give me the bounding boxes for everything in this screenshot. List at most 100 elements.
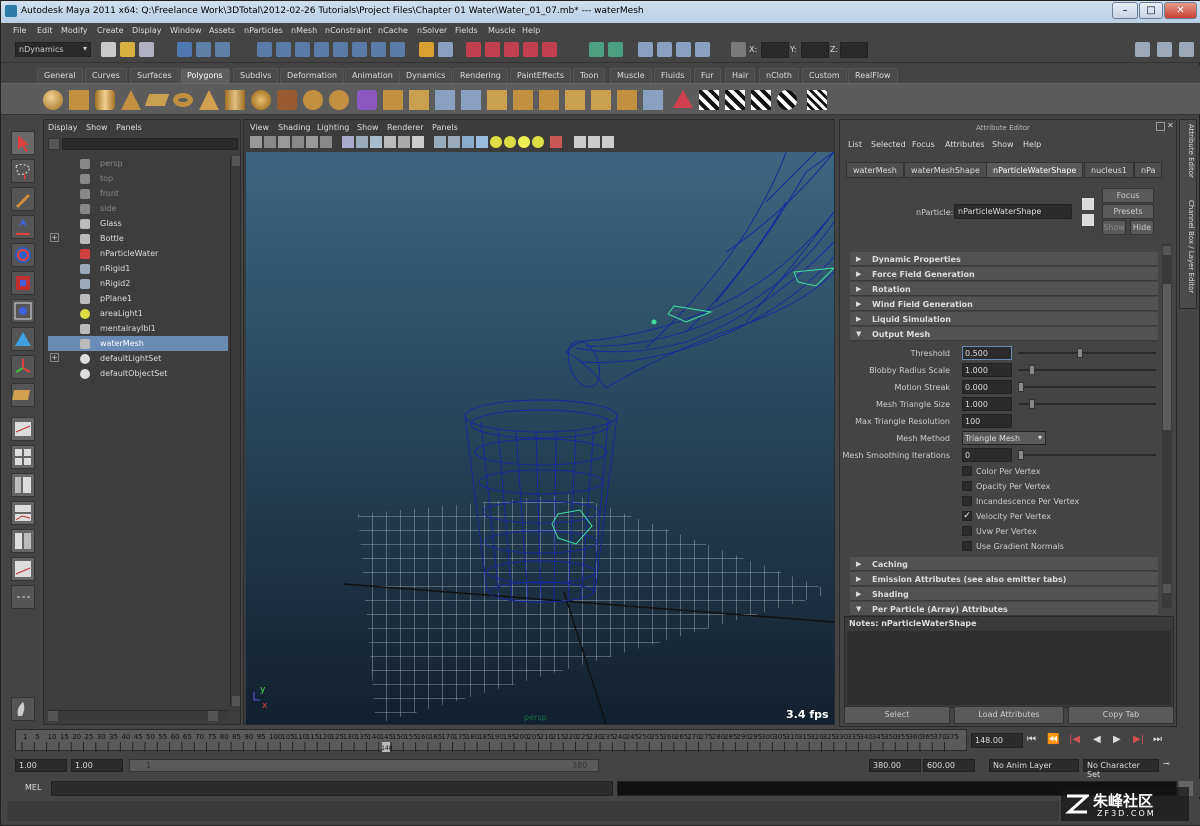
toggle-channel-box-icon[interactable] bbox=[1179, 42, 1194, 57]
scroll-down-arrow-icon[interactable] bbox=[232, 696, 240, 706]
shelf-tab-ncloth[interactable]: nCloth bbox=[759, 68, 799, 83]
side-tab-attribute-editor[interactable]: Attribute Editor bbox=[1183, 124, 1195, 186]
mask-curve-icon[interactable] bbox=[295, 42, 310, 57]
attr-value-field[interactable]: 0 bbox=[962, 448, 1012, 462]
outliner-item-nparticlewater[interactable]: nParticleWater bbox=[48, 246, 228, 261]
flat-light-icon[interactable] bbox=[532, 136, 544, 148]
node-name-field[interactable]: nParticleWaterShape bbox=[954, 204, 1072, 219]
ae-vscrollbar[interactable] bbox=[1162, 244, 1172, 608]
viewport-3d-view[interactable]: 3.4 fps persp y x bbox=[246, 151, 836, 725]
ae-tab-nparticlewatershape[interactable]: nParticleWaterShape bbox=[986, 162, 1084, 178]
snap-curve-icon[interactable] bbox=[466, 42, 481, 57]
outliner-item-glass[interactable]: Glass bbox=[48, 216, 228, 231]
load-attributes-button[interactable]: Load Attributes bbox=[954, 706, 1064, 724]
poly-pyramid-icon[interactable] bbox=[199, 90, 219, 110]
checkbox-box[interactable] bbox=[962, 481, 972, 491]
ae-menu-attributes[interactable]: Attributes bbox=[945, 140, 985, 149]
select-button[interactable]: Select bbox=[844, 706, 950, 724]
ae-tab-npa[interactable]: nPa bbox=[1134, 162, 1163, 178]
section-dynamic-properties[interactable]: ▶ Dynamic Properties bbox=[850, 252, 1158, 266]
current-frame-field[interactable]: 148.00 bbox=[971, 733, 1023, 748]
wireframe-on-shaded-icon[interactable] bbox=[370, 136, 382, 148]
select-hierarchy-icon[interactable] bbox=[177, 42, 192, 57]
isolate-select-icon[interactable] bbox=[434, 136, 446, 148]
toggle-attribute-editor-icon[interactable] bbox=[1135, 42, 1150, 57]
outliner-hscrollbar[interactable] bbox=[48, 710, 228, 721]
section-liquid-simulation[interactable]: ▶ Liquid Simulation bbox=[850, 312, 1158, 326]
snap-point-icon[interactable] bbox=[485, 42, 500, 57]
reduce-icon[interactable] bbox=[673, 90, 693, 108]
default-light-icon[interactable] bbox=[490, 136, 502, 148]
xray-icon[interactable] bbox=[384, 136, 396, 148]
checkbox-box[interactable] bbox=[962, 526, 972, 536]
menu-nmesh[interactable]: nMesh bbox=[291, 26, 317, 35]
outliner-vscrollbar[interactable] bbox=[230, 156, 240, 706]
scroll-up-arrow-icon[interactable] bbox=[232, 156, 240, 166]
scale-tool-icon[interactable] bbox=[11, 271, 35, 295]
ae-tab-watermeshshape[interactable]: waterMeshShape bbox=[904, 162, 987, 178]
expand-icon[interactable]: + bbox=[50, 353, 59, 362]
viewport-menu-panels[interactable]: Panels bbox=[432, 123, 458, 132]
maya-logo-icon[interactable] bbox=[11, 697, 35, 721]
wireframe-icon[interactable] bbox=[342, 136, 354, 148]
presets-button[interactable]: Presets bbox=[1102, 204, 1154, 219]
shelf-tab-animation[interactable]: Animation bbox=[345, 68, 400, 83]
end-time-field[interactable]: 600.00 bbox=[923, 759, 975, 772]
cube-light-icon[interactable] bbox=[476, 136, 488, 148]
checkbox-box[interactable] bbox=[962, 541, 972, 551]
scroll-left-arrow-icon[interactable] bbox=[48, 711, 58, 721]
scroll-right-arrow-icon[interactable] bbox=[208, 711, 218, 721]
soft-mod-tool-icon[interactable] bbox=[11, 327, 35, 351]
select-camera-icon[interactable] bbox=[250, 136, 262, 148]
show-manip-icon[interactable] bbox=[11, 355, 35, 379]
viewport-menu-shading[interactable]: Shading bbox=[278, 123, 311, 132]
layout-hypershade-icon[interactable] bbox=[11, 529, 35, 553]
section-output-mesh[interactable]: ▼ Output Mesh bbox=[850, 327, 1158, 341]
maximize-button[interactable]: □ bbox=[1139, 2, 1163, 19]
combine-icon[interactable] bbox=[303, 90, 323, 110]
append-icon[interactable] bbox=[435, 90, 455, 110]
focus-button[interactable]: Focus bbox=[1102, 188, 1154, 203]
uv-cylindrical-icon[interactable] bbox=[725, 90, 745, 110]
bookmark-icon[interactable] bbox=[278, 136, 290, 148]
ae-menu-list[interactable]: List bbox=[848, 140, 862, 149]
viewport-menu-show[interactable]: Show bbox=[357, 123, 379, 132]
split-polygon-icon[interactable] bbox=[461, 90, 481, 110]
ae-menu-selected[interactable]: Selected bbox=[871, 140, 906, 149]
attr-slider[interactable] bbox=[1018, 399, 1156, 409]
shelf-tab-custom[interactable]: Custom bbox=[802, 68, 847, 83]
uv-spherical-icon[interactable] bbox=[751, 90, 771, 110]
menu-help[interactable]: Help bbox=[522, 26, 540, 35]
copy-tab-button[interactable]: Copy Tab bbox=[1068, 706, 1174, 724]
universal-manip-icon[interactable] bbox=[11, 299, 35, 323]
offset-edgeloop-icon[interactable] bbox=[513, 90, 533, 110]
outliner-menu-panels[interactable]: Panels bbox=[116, 123, 142, 132]
notes-textarea[interactable] bbox=[847, 631, 1171, 705]
outliner-item-watermesh[interactable]: waterMesh bbox=[48, 336, 228, 351]
shelf-tab-rendering[interactable]: Rendering bbox=[453, 68, 508, 83]
ae-tab-watermesh[interactable]: waterMesh bbox=[846, 162, 904, 178]
select-object-icon[interactable] bbox=[196, 42, 211, 57]
outliner-search-input[interactable] bbox=[62, 138, 238, 150]
outliner-item-defaultlightset[interactable]: + defaultLightSet bbox=[48, 351, 228, 366]
mask-misc-icon[interactable] bbox=[390, 42, 405, 57]
checkmark-icon[interactable]: ✓ bbox=[962, 511, 972, 521]
paint-select-tool-icon[interactable] bbox=[11, 187, 35, 211]
section-rotation[interactable]: ▶ Rotation bbox=[850, 282, 1158, 296]
poly-cone-icon[interactable] bbox=[121, 90, 141, 110]
menu-window[interactable]: Window bbox=[170, 26, 202, 35]
smooth-shade-icon[interactable] bbox=[356, 136, 368, 148]
outliner-menu-show[interactable]: Show bbox=[86, 123, 108, 132]
minimize-button[interactable]: – bbox=[1112, 2, 1138, 19]
step-back-icon[interactable]: ⏪ bbox=[1047, 734, 1059, 745]
layout-graph-icon[interactable] bbox=[11, 501, 35, 525]
outliner-item-nrigid2[interactable]: nRigid2 bbox=[48, 276, 228, 291]
safe-action-icon[interactable] bbox=[602, 136, 614, 148]
bevel-icon[interactable] bbox=[539, 90, 559, 110]
mel-label[interactable]: MEL bbox=[25, 783, 41, 792]
shelf-tab-general[interactable]: General bbox=[37, 68, 83, 83]
checkbox-opacity-per-vertex[interactable]: Opacity Per Vertex bbox=[962, 480, 1162, 494]
layout-outliner-icon[interactable] bbox=[11, 473, 35, 497]
menu-modify[interactable]: Modify bbox=[61, 26, 88, 35]
mask-surface-icon[interactable] bbox=[314, 42, 329, 57]
